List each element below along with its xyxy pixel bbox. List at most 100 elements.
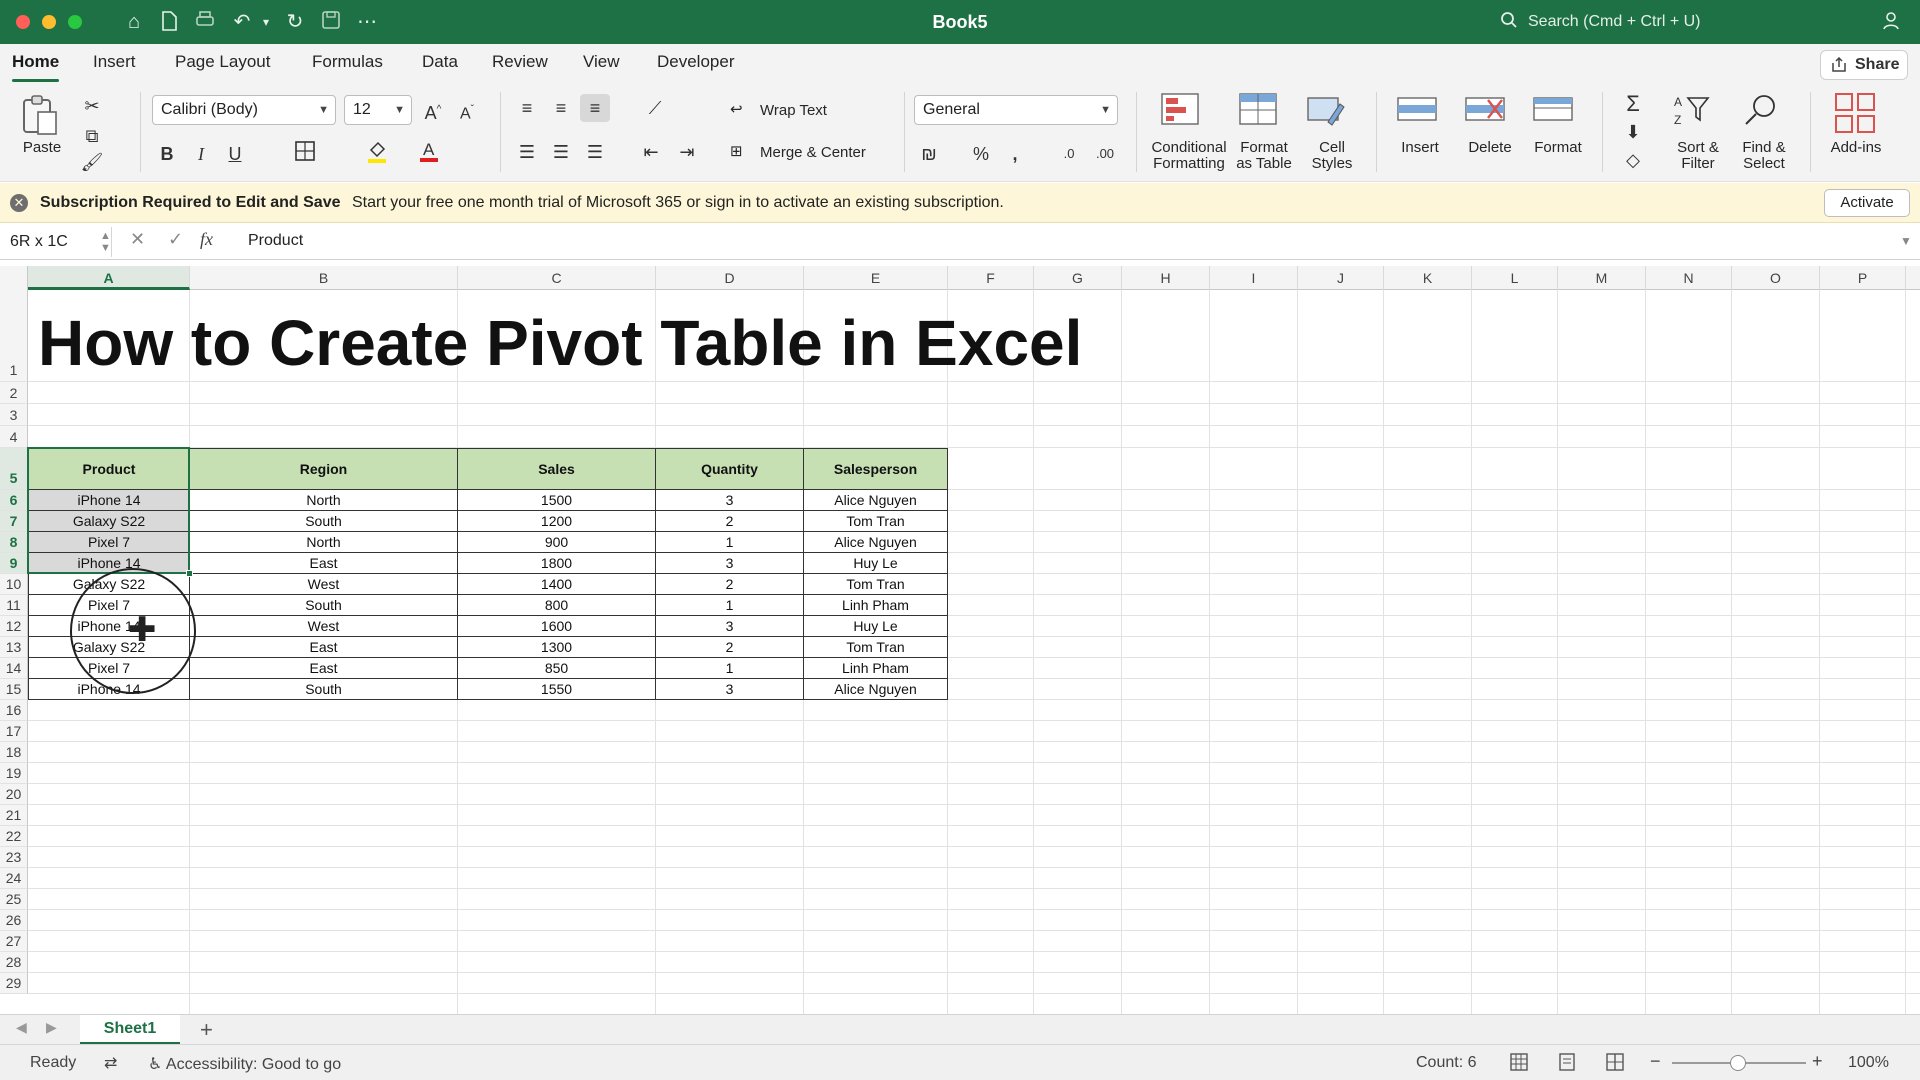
align-bottom-icon[interactable]: ≡ — [580, 94, 610, 122]
add-ins-label[interactable]: Add-ins — [1824, 140, 1888, 156]
row-header-14[interactable]: 14 — [0, 658, 28, 679]
delete-cells-icon[interactable] — [1464, 94, 1508, 130]
column-header-e[interactable]: E — [804, 266, 948, 290]
print-icon[interactable] — [193, 10, 217, 34]
table-cell[interactable]: 900 — [458, 532, 656, 553]
font-size-select[interactable]: 12 ▼ — [344, 95, 412, 125]
insert-function-icon[interactable]: fx — [200, 229, 213, 250]
row-header-2[interactable]: 2 — [0, 382, 28, 404]
redo-icon[interactable]: ↻ — [283, 10, 307, 34]
name-box-stepper-icon[interactable]: ▲ ▼ — [100, 230, 111, 254]
row-header-1[interactable]: 1 — [0, 290, 28, 382]
table-cell[interactable]: 1 — [656, 532, 804, 553]
table-cell[interactable]: 1600 — [458, 616, 656, 637]
tab-view[interactable]: View — [583, 52, 620, 78]
row-header-9[interactable]: 9 — [0, 553, 28, 574]
table-cell[interactable]: 2 — [656, 574, 804, 595]
sheet-tab-sheet1[interactable]: Sheet1 — [80, 1015, 180, 1045]
format-as-table-label[interactable]: Format as Table — [1232, 140, 1296, 172]
table-cell[interactable]: 2 — [656, 637, 804, 658]
row-header-20[interactable]: 20 — [0, 784, 28, 805]
add-sheet-icon[interactable]: + — [200, 1017, 213, 1043]
column-header-d[interactable]: D — [656, 266, 804, 290]
column-header-f[interactable]: F — [948, 266, 1034, 290]
home-icon[interactable]: ⌂ — [122, 10, 146, 34]
font-name-select[interactable]: Calibri (Body) ▼ — [152, 95, 336, 125]
zoom-slider-thumb[interactable] — [1730, 1055, 1746, 1071]
table-cell[interactable]: North — [190, 532, 458, 553]
wrap-text-button[interactable]: ↩ Wrap Text — [730, 100, 860, 124]
enter-icon[interactable]: ✓ — [168, 229, 183, 250]
row-header-18[interactable]: 18 — [0, 742, 28, 763]
table-header-region[interactable]: Region — [190, 448, 458, 490]
table-cell[interactable]: Galaxy S22 — [28, 511, 190, 532]
autosum-icon[interactable]: Σ — [1618, 90, 1648, 118]
normal-view-icon[interactable] — [1510, 1053, 1528, 1076]
table-header-salesperson[interactable]: Salesperson — [804, 448, 948, 490]
macro-record-icon[interactable]: ⇄ — [104, 1053, 117, 1073]
add-ins-icon[interactable] — [1834, 92, 1878, 134]
table-cell[interactable]: 1400 — [458, 574, 656, 595]
decrease-font-size-icon[interactable]: Aˇ — [452, 96, 482, 124]
cell-styles-icon[interactable] — [1306, 92, 1350, 132]
accessibility-status[interactable]: ♿ Accessibility: Good to go — [148, 1054, 341, 1074]
tab-data[interactable]: Data — [422, 52, 458, 78]
table-cell[interactable]: 1800 — [458, 553, 656, 574]
font-color-icon[interactable]: A — [414, 138, 444, 166]
orientation-icon[interactable]: ⟋ — [640, 94, 670, 122]
column-header-p[interactable]: P — [1820, 266, 1906, 290]
table-cell[interactable]: 3 — [656, 553, 804, 574]
column-header-o[interactable]: O — [1732, 266, 1820, 290]
column-header-g[interactable]: G — [1034, 266, 1122, 290]
maximize-window-button[interactable] — [68, 15, 82, 29]
row-header-24[interactable]: 24 — [0, 868, 28, 889]
align-top-icon[interactable]: ≡ — [512, 94, 542, 122]
row-header-16[interactable]: 16 — [0, 700, 28, 721]
zoom-out-icon[interactable]: − — [1650, 1051, 1661, 1072]
table-cell[interactable]: Linh Pham — [804, 658, 948, 679]
find-select-label[interactable]: Find & Select — [1734, 140, 1794, 172]
table-cell[interactable]: 1550 — [458, 679, 656, 700]
table-cell[interactable]: 1 — [656, 595, 804, 616]
search-input[interactable]: Search (Cmd + Ctrl + U) — [1490, 8, 1890, 36]
table-cell[interactable]: iPhone 14 — [28, 553, 190, 574]
undo-icon[interactable]: ↶ — [230, 10, 254, 34]
align-left-icon[interactable]: ☰ — [512, 138, 542, 166]
table-header-product[interactable]: Product — [28, 448, 190, 490]
underline-icon[interactable]: U — [220, 140, 250, 168]
table-cell[interactable]: Alice Nguyen — [804, 679, 948, 700]
column-header-c[interactable]: C — [458, 266, 656, 290]
cancel-icon[interactable]: ✕ — [130, 229, 145, 250]
row-header-26[interactable]: 26 — [0, 910, 28, 931]
align-middle-icon[interactable]: ≡ — [546, 94, 576, 122]
format-painter-icon[interactable]: 🖌 — [77, 148, 107, 176]
table-cell[interactable]: 1 — [656, 658, 804, 679]
close-window-button[interactable] — [16, 15, 30, 29]
table-cell[interactable]: Tom Tran — [804, 637, 948, 658]
row-header-11[interactable]: 11 — [0, 595, 28, 616]
fill-color-icon[interactable] — [362, 140, 392, 168]
row-header-10[interactable]: 10 — [0, 574, 28, 595]
cut-icon[interactable]: ✂ — [77, 92, 107, 120]
tab-home[interactable]: Home — [12, 52, 60, 82]
increase-decimal-icon[interactable]: .0 — [1054, 140, 1084, 168]
table-cell[interactable]: West — [190, 574, 458, 595]
row-header-19[interactable]: 19 — [0, 763, 28, 784]
table-cell[interactable]: Tom Tran — [804, 511, 948, 532]
table-cell[interactable]: Huy Le — [804, 616, 948, 637]
bold-icon[interactable]: B — [152, 140, 182, 168]
sort-filter-icon[interactable]: AZ — [1672, 92, 1712, 132]
expand-formula-bar-icon[interactable]: ▼ — [1900, 234, 1912, 248]
table-cell[interactable]: West — [190, 616, 458, 637]
table-cell[interactable]: Pixel 7 — [28, 532, 190, 553]
insert-cells-label[interactable]: Insert — [1390, 140, 1450, 156]
row-header-25[interactable]: 25 — [0, 889, 28, 910]
format-cells-label[interactable]: Format — [1528, 140, 1588, 156]
row-header-5[interactable]: 5 — [0, 448, 28, 490]
column-header-b[interactable]: B — [190, 266, 458, 290]
share-button[interactable]: Share — [1820, 50, 1908, 80]
row-header-13[interactable]: 13 — [0, 637, 28, 658]
page-layout-view-icon[interactable] — [1558, 1053, 1576, 1076]
table-cell[interactable]: Linh Pham — [804, 595, 948, 616]
decrease-decimal-icon[interactable]: .00 — [1090, 140, 1120, 168]
